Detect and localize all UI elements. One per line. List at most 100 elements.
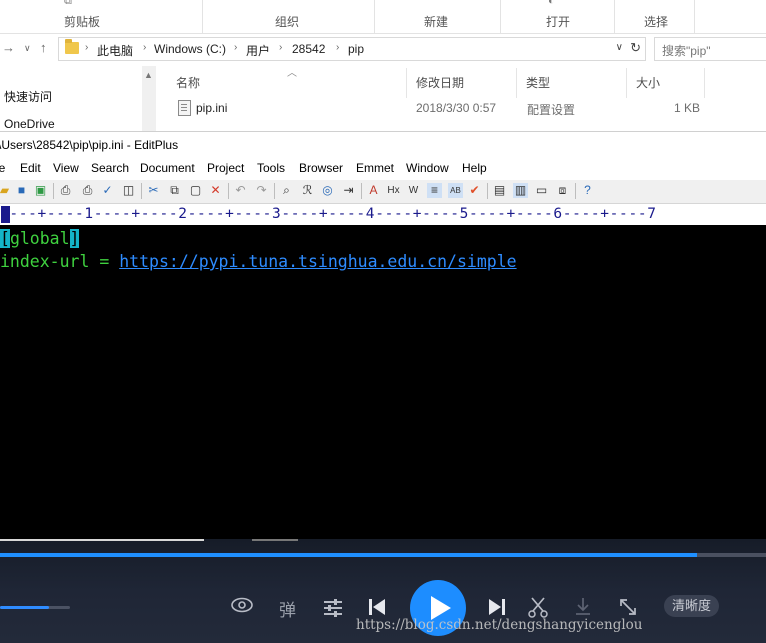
folder-icon [65, 39, 79, 54]
previous-icon[interactable] [368, 598, 386, 616]
open-file-icon[interactable]: ▰ [0, 183, 12, 198]
scroll-up-icon[interactable]: ▲ [144, 70, 153, 80]
toolbar-divider [228, 183, 229, 199]
line-number-icon[interactable]: ≡ [427, 183, 442, 198]
menu-edit[interactable]: Edit [20, 161, 41, 175]
breadcrumb-windows-c[interactable]: Windows (C:) [154, 42, 226, 56]
menu-document[interactable]: Document [140, 161, 195, 175]
danmaku-toggle[interactable]: 弹 [279, 596, 296, 621]
paste-icon[interactable]: ▢ [188, 183, 203, 198]
column-divider[interactable] [626, 68, 627, 98]
spellcheck-icon[interactable]: ✓ [100, 183, 115, 198]
copy-path-icon[interactable]: ⧉ [64, 0, 72, 8]
breadcrumb-28542[interactable]: 28542 [292, 42, 325, 56]
undo-icon[interactable]: ↶ [233, 183, 248, 198]
font-icon[interactable]: A [366, 183, 381, 198]
ribbon-divider [694, 0, 695, 33]
toolbar-divider [487, 183, 488, 199]
browser-preview-icon[interactable]: ◫ [121, 183, 136, 198]
address-bar-row: → ∨ ↑ › 此电脑 › Windows (C:) › 用户 › 28542 … [0, 36, 766, 62]
menu-project[interactable]: Project [207, 161, 244, 175]
menu-browser[interactable]: Browser [299, 161, 343, 175]
bracket-highlight-close: ] [69, 229, 80, 248]
find-in-files-icon[interactable]: ◎ [320, 183, 335, 198]
column-divider[interactable] [516, 68, 517, 98]
check-icon[interactable]: ✔ [467, 183, 482, 198]
toolbar-divider [53, 183, 54, 199]
address-bar[interactable]: › 此电脑 › Windows (C:) › 用户 › 28542 › pip … [58, 37, 646, 61]
cliptext-window-icon[interactable]: ▥ [513, 183, 528, 198]
save-all-icon[interactable]: ▣ [33, 183, 48, 198]
column-header-type[interactable]: 类型 [526, 74, 550, 91]
toolbar-divider [575, 183, 576, 199]
nav-item-onedrive[interactable]: OneDrive [4, 117, 55, 131]
forward-arrow-icon[interactable]: → [2, 40, 15, 55]
code-editor[interactable]: [global] index-url = https://pypi.tuna.t… [0, 225, 766, 539]
menu-view[interactable]: View [53, 161, 79, 175]
buffer-indicator [252, 539, 298, 541]
save-icon[interactable]: ■ [14, 183, 29, 198]
directory-window-icon[interactable]: ▤ [492, 183, 507, 198]
column-header-modified[interactable]: 修改日期 [416, 74, 464, 91]
bracket-highlight-open: [ [0, 229, 10, 248]
cut-icon[interactable]: ✂ [146, 183, 161, 198]
replace-icon[interactable]: ℛ [300, 183, 315, 198]
toolbar: ▰ ■ ▣ ⎙ ⎙ ✓ ◫ ✂ ⧉ ▢ ✕ ↶ ↷ ⌕ ℛ ◎ ⇥ A Hx W… [0, 180, 766, 204]
settings-sliders-icon[interactable] [322, 597, 344, 617]
find-icon[interactable]: ⌕ [279, 183, 294, 198]
ruler-toggle-icon[interactable]: AB [448, 183, 463, 198]
up-arrow-icon[interactable]: ↑ [40, 40, 47, 55]
eye-icon[interactable] [230, 596, 254, 614]
download-icon[interactable] [574, 596, 592, 616]
print-preview-icon[interactable]: ⎙ [58, 183, 73, 198]
file-modified: 2018/3/30 0:57 [416, 101, 497, 115]
ribbon-group-new: 新建 [424, 15, 449, 29]
hex-viewer-icon[interactable]: Hx [386, 183, 401, 198]
menu-tools[interactable]: Tools [257, 161, 285, 175]
fullscreen-icon[interactable]: ⧈ [555, 183, 570, 198]
breadcrumb-pip[interactable]: pip [348, 42, 364, 56]
editplus-title-bar: \Users\28542\pip\pip.ini - EditPlus [0, 131, 766, 159]
nav-item-quick-access[interactable]: 快速访问 [4, 88, 52, 105]
column-header-name[interactable]: 名称 [176, 74, 200, 91]
word-wrap-icon[interactable]: W [406, 183, 421, 198]
breadcrumb-this-pc[interactable]: 此电脑 [97, 42, 133, 59]
code-line-2: index-url = https://pypi.tuna.tsinghua.e… [0, 252, 517, 271]
column-header-size[interactable]: 大小 [636, 74, 660, 91]
search-input[interactable]: 搜索"pip" [654, 37, 766, 61]
copy-icon[interactable]: ⧉ [167, 183, 182, 198]
help-icon[interactable]: ? [580, 183, 595, 198]
menu-search[interactable]: Search [91, 161, 129, 175]
progress-fill[interactable] [0, 553, 698, 557]
config-url-link[interactable]: https://pypi.tuna.tsinghua.edu.cn/simple [119, 252, 516, 271]
column-divider[interactable] [704, 68, 705, 98]
menu-file[interactable]: le [0, 161, 5, 175]
recent-locations-chevron-icon[interactable]: ∨ [24, 43, 31, 54]
print-icon[interactable]: ⎙ [80, 183, 95, 198]
volume-fill[interactable] [0, 606, 49, 609]
scissors-icon[interactable] [528, 596, 548, 618]
delete-icon[interactable]: ✕ [208, 183, 223, 198]
column-divider[interactable] [406, 68, 407, 98]
ribbon-group-open: 打开 [546, 15, 571, 29]
breadcrumb-separator-icon: › [85, 42, 89, 53]
redo-icon[interactable]: ↷ [254, 183, 269, 198]
next-icon[interactable] [488, 598, 506, 616]
menu-bar: le Edit View Search Document Project Too… [0, 158, 766, 180]
quality-button[interactable]: 清晰度 [664, 595, 719, 617]
file-list: ︿ 名称 修改日期 类型 大小 pip.ini 2018/3/30 0:57 配… [160, 66, 766, 131]
breadcrumb-separator-icon: › [143, 42, 147, 53]
output-window-icon[interactable]: ▭ [534, 183, 549, 198]
menu-emmet[interactable]: Emmet [356, 161, 394, 175]
chevron-down-icon[interactable]: ∨ [616, 42, 623, 53]
fullscreen-expand-icon[interactable] [618, 597, 638, 617]
refresh-icon[interactable]: ↻ [630, 40, 641, 56]
goto-line-icon[interactable]: ⇥ [341, 183, 356, 198]
menu-help[interactable]: Help [462, 161, 487, 175]
file-name: pip.ini [196, 101, 228, 115]
history-icon[interactable]: ◐ [548, 0, 555, 7]
file-explorer-window: ⧉ 剪贴板 组织 新建 ◐ 打开 选择 → ∨ ↑ › 此电脑 › Window… [0, 0, 766, 131]
ruler-scale: ----+----1----+----2----+----3----+----4… [0, 206, 657, 222]
breadcrumb-users[interactable]: 用户 [246, 42, 270, 59]
menu-window[interactable]: Window [406, 161, 449, 175]
